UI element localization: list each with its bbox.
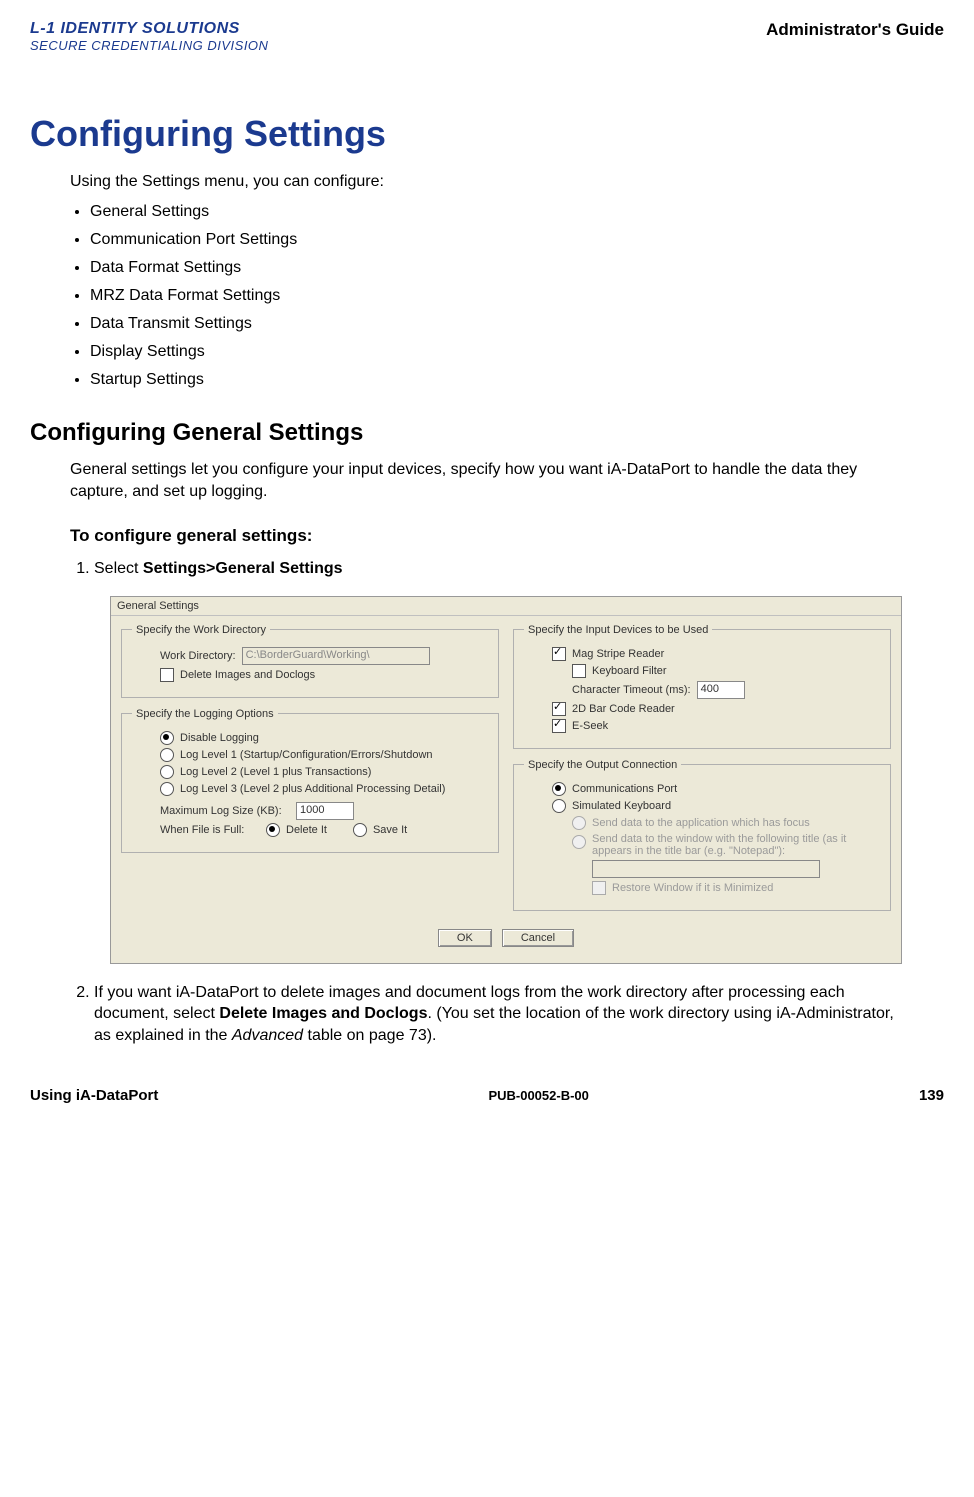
send-title-radio[interactable] — [572, 835, 586, 849]
max-log-size-label: Maximum Log Size (KB): — [160, 805, 290, 817]
disable-logging-radio[interactable] — [160, 731, 174, 745]
step-2-bold: Delete Images and Doclogs — [219, 1005, 427, 1022]
dialog-titlebar: General Settings — [111, 597, 901, 616]
simulated-keyboard-label: Simulated Keyboard — [572, 800, 671, 812]
section-heading-h2: Configuring General Settings — [30, 419, 944, 447]
delete-it-label: Delete It — [286, 824, 327, 836]
log-level-2-label: Log Level 2 (Level 1 plus Transactions) — [180, 766, 371, 778]
char-timeout-field[interactable]: 400 — [697, 681, 745, 699]
list-item: Startup Settings — [90, 371, 944, 389]
eseek-label: E-Seek — [572, 720, 608, 732]
log-level-3-radio[interactable] — [160, 782, 174, 796]
when-file-full-label: When File is Full: — [160, 824, 260, 836]
log-level-1-radio[interactable] — [160, 748, 174, 762]
log-level-1-label: Log Level 1 (Startup/Configuration/Error… — [180, 749, 433, 761]
step-2-text-c: table on page 73). — [303, 1027, 436, 1044]
save-it-radio[interactable] — [353, 823, 367, 837]
cancel-button[interactable]: Cancel — [502, 929, 574, 947]
barcode-reader-label: 2D Bar Code Reader — [572, 703, 675, 715]
simulated-keyboard-radio[interactable] — [552, 799, 566, 813]
logo-line2: SECURE CREDENTIALING DIVISION — [30, 38, 268, 53]
logo-line1: L-1 IDENTITY SOLUTIONS — [30, 20, 268, 38]
char-timeout-label: Character Timeout (ms): — [572, 684, 691, 696]
disable-logging-label: Disable Logging — [180, 732, 259, 744]
list-item: General Settings — [90, 203, 944, 221]
list-item: Display Settings — [90, 343, 944, 361]
input-devices-legend: Specify the Input Devices to be Used — [524, 624, 712, 636]
page-footer: Using iA-DataPort PUB-00052-B-00 139 — [30, 1087, 944, 1104]
footer-left: Using iA-DataPort — [30, 1087, 158, 1104]
document-title: Administrator's Guide — [766, 20, 944, 40]
comm-port-label: Communications Port — [572, 783, 677, 795]
section-paragraph: General settings let you configure your … — [70, 459, 904, 502]
list-item: Data Transmit Settings — [90, 315, 944, 333]
general-settings-dialog: General Settings Specify the Work Direct… — [110, 596, 902, 964]
mag-stripe-label: Mag Stripe Reader — [572, 648, 664, 660]
procedure-steps-cont: If you want iA-DataPort to delete images… — [70, 982, 904, 1047]
restore-window-checkbox[interactable] — [592, 881, 606, 895]
work-directory-group: Specify the Work Directory Work Director… — [121, 624, 499, 698]
barcode-reader-checkbox[interactable] — [552, 702, 566, 716]
brand-logo: L-1 IDENTITY SOLUTIONS SECURE CREDENTIAL… — [30, 20, 268, 53]
keyboard-filter-checkbox[interactable] — [572, 664, 586, 678]
send-focus-radio[interactable] — [572, 816, 586, 830]
output-connection-legend: Specify the Output Connection — [524, 759, 681, 771]
delete-it-radio[interactable] — [266, 823, 280, 837]
procedure-steps: Select Settings>General Settings — [70, 558, 904, 580]
window-title-field[interactable] — [592, 860, 820, 878]
send-title-label: Send data to the window with the followi… — [592, 833, 852, 857]
work-directory-label: Work Directory: — [160, 650, 236, 662]
keyboard-filter-label: Keyboard Filter — [592, 665, 667, 677]
delete-images-checkbox[interactable] — [160, 668, 174, 682]
step-1-bold: Settings>General Settings — [143, 560, 343, 577]
intro-text: Using the Settings menu, you can configu… — [70, 173, 944, 191]
comm-port-radio[interactable] — [552, 782, 566, 796]
page-heading-h1: Configuring Settings — [30, 113, 944, 155]
log-level-3-label: Log Level 3 (Level 2 plus Additional Pro… — [180, 783, 445, 795]
step-1-text: Select — [94, 560, 143, 577]
step-2: If you want iA-DataPort to delete images… — [94, 982, 904, 1047]
step-2-italic: Advanced — [232, 1027, 303, 1044]
restore-window-label: Restore Window if it is Minimized — [612, 882, 773, 894]
list-item: MRZ Data Format Settings — [90, 287, 944, 305]
settings-list: General Settings Communication Port Sett… — [70, 203, 944, 389]
output-connection-group: Specify the Output Connection Communicat… — [513, 759, 891, 911]
logging-options-group: Specify the Logging Options Disable Logg… — [121, 708, 499, 853]
footer-center: PUB-00052-B-00 — [488, 1088, 588, 1103]
list-item: Communication Port Settings — [90, 231, 944, 249]
footer-right: 139 — [919, 1087, 944, 1104]
list-item: Data Format Settings — [90, 259, 944, 277]
max-log-size-field[interactable]: 1000 — [296, 802, 354, 820]
save-it-label: Save It — [373, 824, 407, 836]
procedure-heading: To configure general settings: — [70, 526, 944, 546]
eseek-checkbox[interactable] — [552, 719, 566, 733]
log-level-2-radio[interactable] — [160, 765, 174, 779]
step-1: Select Settings>General Settings — [94, 558, 904, 580]
input-devices-group: Specify the Input Devices to be Used Mag… — [513, 624, 891, 749]
logging-options-legend: Specify the Logging Options — [132, 708, 278, 720]
mag-stripe-checkbox[interactable] — [552, 647, 566, 661]
ok-button[interactable]: OK — [438, 929, 492, 947]
work-directory-legend: Specify the Work Directory — [132, 624, 270, 636]
work-directory-field[interactable]: C:\BorderGuard\Working\ — [242, 647, 430, 665]
send-focus-label: Send data to the application which has f… — [592, 817, 810, 829]
delete-images-label: Delete Images and Doclogs — [180, 669, 315, 681]
